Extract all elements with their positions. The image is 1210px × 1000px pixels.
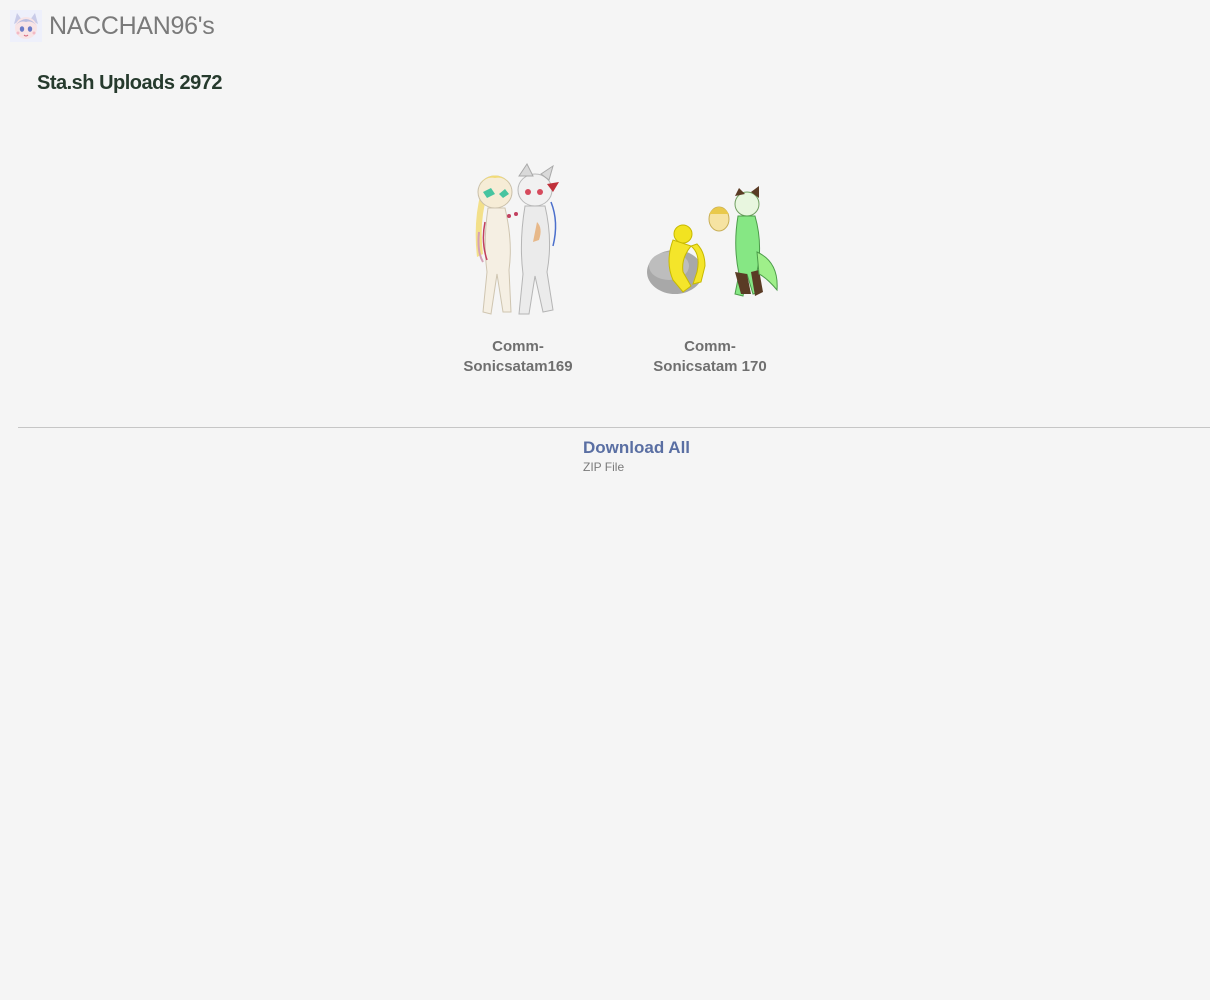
anime-avatar-icon[interactable]: [10, 10, 42, 42]
gallery-item[interactable]: Comm- Sonicsatam169: [433, 162, 603, 377]
gallery-item-title[interactable]: Comm- Sonicsatam 170: [625, 337, 795, 377]
download-file-type: ZIP File: [583, 460, 625, 474]
section-divider: [18, 427, 1210, 428]
page-title: Sta.sh Uploads 2972: [37, 72, 223, 94]
gallery-item-title[interactable]: Comm- Sonicsatam169: [433, 337, 603, 377]
character-art-thumbnail[interactable]: [443, 162, 593, 327]
gallery-item[interactable]: Comm- Sonicsatam 170: [625, 162, 795, 377]
character-art-thumbnail[interactable]: [635, 162, 785, 327]
download-all-section: Download All ZIP File: [583, 438, 690, 474]
username-link[interactable]: NACCHAN96's: [49, 12, 215, 41]
download-all-link[interactable]: Download All: [583, 438, 690, 458]
thumbnail-gallery: Comm- Sonicsatam169 Comm- Sonicsatam 170: [0, 162, 1210, 382]
profile-header[interactable]: NACCHAN96's: [10, 8, 215, 44]
